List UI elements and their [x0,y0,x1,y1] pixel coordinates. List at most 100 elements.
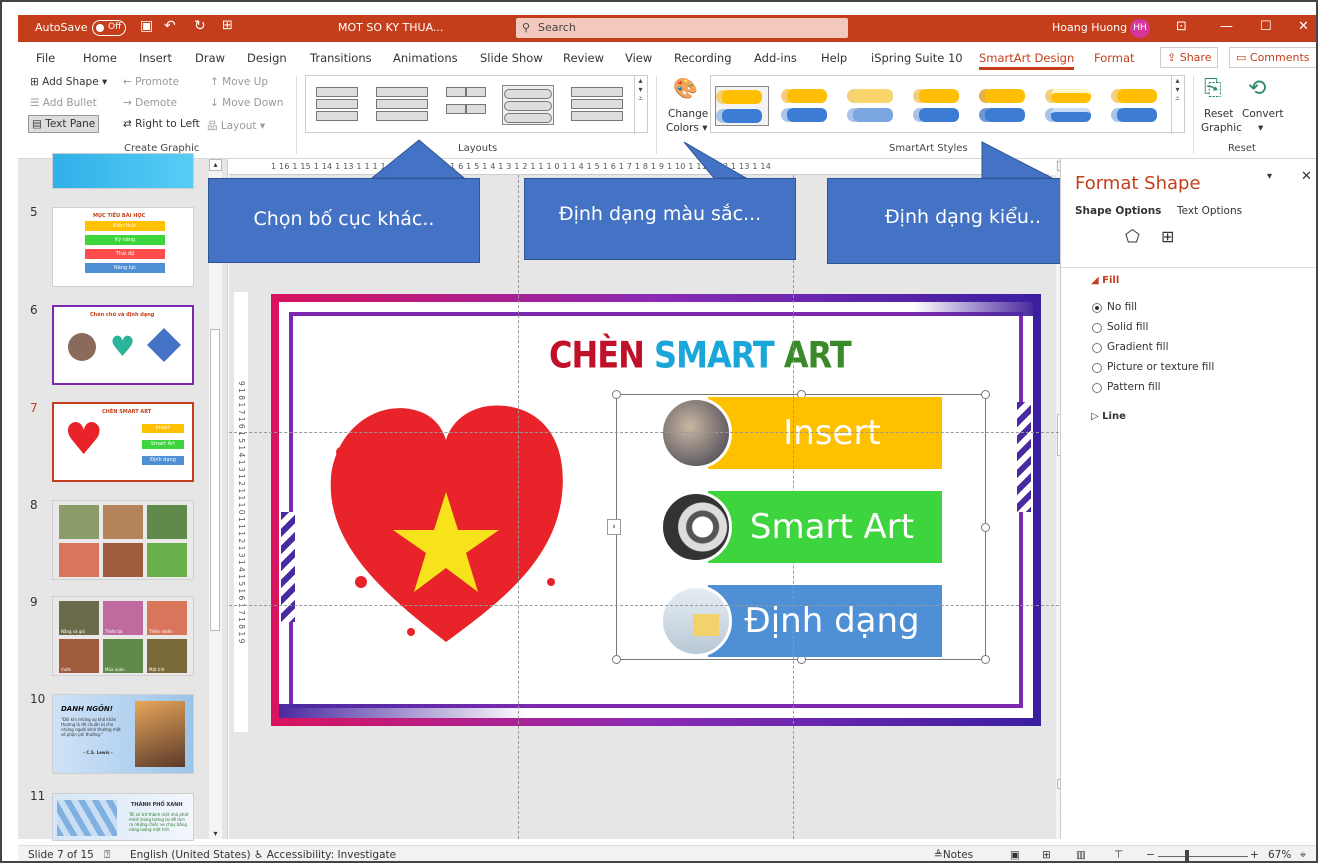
tab-ispring[interactable]: iSpring Suite 10 [871,51,963,65]
line-section-header[interactable]: ▷ Line [1091,411,1126,422]
smartart-item-label[interactable]: Insert [708,397,942,469]
slide-thumbnail-10[interactable]: DANH NGÔN! "Đôi khi những sự khó khăn th… [52,694,194,774]
no-fill-radio[interactable]: No fill [1092,301,1137,313]
tab-transitions[interactable]: Transitions [310,51,372,65]
woman-photo[interactable] [660,397,732,469]
smartart-item-label[interactable]: Định dạng [708,585,942,657]
slide-thumbnail-6[interactable]: Chèn chữ và định dạng ♥ [52,305,194,385]
slideshow-icon[interactable]: ⊤ [1114,849,1123,861]
pane-options-icon[interactable]: ▾ [1267,171,1272,182]
resize-handle[interactable] [612,390,621,399]
smartart-item-smart-art[interactable]: Smart Art [660,491,942,563]
resize-handle[interactable] [981,655,990,664]
style-option[interactable] [1045,86,1099,126]
zoom-slider-thumb[interactable] [1185,850,1189,861]
fit-slide-icon[interactable]: ⌖ [1300,849,1306,861]
resize-handle[interactable] [981,390,990,399]
vertical-guide[interactable] [518,175,519,839]
style-option[interactable] [781,86,835,126]
change-colors-button[interactable]: Change [668,108,708,120]
smartart-graphic[interactable]: › Insert Smart Art Định dạng [607,390,990,664]
tab-view[interactable]: View [625,51,652,65]
zoom-level[interactable]: 67% [1268,849,1291,861]
slide-sorter-icon[interactable]: ⊞ [1042,849,1051,861]
spiral-photo[interactable] [660,491,732,563]
share-button[interactable]: ⇪ Share [1160,47,1219,68]
zoom-out-icon[interactable]: − [1146,849,1155,861]
style-option[interactable] [847,86,901,126]
comments-button[interactable]: ▭ Comments [1229,47,1316,68]
style-option[interactable] [1111,86,1165,126]
horizontal-guide[interactable] [229,432,1059,433]
slide-thumbnail-11[interactable]: THÀNH PHỐ XANH Tôi sẽ trở thành một nhà … [52,793,194,841]
layouts-scroll[interactable]: ▴ ▾ ⩡ [634,76,646,134]
fill-section-header[interactable]: ◢ Fill [1091,275,1119,286]
tab-file[interactable]: File [36,51,55,65]
autosave-toggle[interactable]: Off [92,20,126,36]
radio[interactable] [1092,383,1102,393]
pattern-fill-radio[interactable]: Pattern fill [1092,381,1161,393]
thumbnail-scroll-thumb[interactable] [210,329,220,631]
language-indicator[interactable]: English (United States) [130,849,251,861]
normal-view-icon[interactable]: ▣ [1010,849,1020,861]
layout-option[interactable] [446,85,488,125]
resize-handle[interactable] [981,523,990,532]
slide-thumbnail-4[interactable] [52,153,194,189]
slide-thumbnail-7-selected[interactable]: CHÈN SMART ART ♥ Insert Smart Art Định d… [52,402,194,482]
undo-icon[interactable]: ↶ [164,18,176,34]
save-icon[interactable]: ▣ [140,18,153,34]
text-pane-button[interactable]: ▤ Text Pane [28,115,100,133]
slide-thumbnail-pane[interactable]: 5 MỤC TIÊU BÀI HỌC Kiến thức Kỹ năng Thá… [18,153,228,841]
pentagon-icon[interactable]: ⬠ [1125,227,1140,247]
layout-option-selected[interactable] [502,85,554,125]
style-option[interactable] [979,86,1033,126]
tab-review[interactable]: Review [563,51,604,65]
resize-handle[interactable] [612,655,621,664]
horizontal-guide[interactable] [229,605,1059,606]
solid-fill-radio[interactable]: Solid fill [1092,321,1148,333]
slide-thumbnail-8[interactable] [52,500,194,580]
gift-photo[interactable] [660,585,732,657]
style-option-selected[interactable] [715,86,769,126]
text-options-tab[interactable]: Text Options [1177,205,1242,217]
search-box[interactable]: ⚲ Search [516,18,848,38]
tab-home[interactable]: Home [83,51,117,65]
tab-draw[interactable]: Draw [195,51,225,65]
size-properties-icon[interactable]: ⊞ [1161,227,1174,246]
tab-add-ins[interactable]: Add-ins [754,51,797,65]
tab-insert[interactable]: Insert [139,51,172,65]
layout-option[interactable] [316,85,358,125]
promote-button[interactable]: ← Promote [123,76,179,88]
reading-view-icon[interactable]: ▥ [1076,849,1086,861]
layouts-gallery[interactable]: ▴ ▾ ⩡ [305,75,648,134]
shape-options-tab[interactable]: Shape Options [1075,205,1161,217]
zoom-in-icon[interactable]: + [1250,849,1259,861]
accessibility-button[interactable]: ♿ Accessibility: Investigate [254,849,396,861]
move-up-button[interactable]: ↑ Move Up [210,76,268,88]
zoom-slider[interactable] [1158,856,1248,857]
document-title[interactable]: MOT SO KY THUA... [338,21,443,34]
add-shape-button[interactable]: ⊞ Add Shape ▾ [30,76,107,88]
close-pane-icon[interactable]: ✕ [1301,169,1312,184]
layout-option[interactable] [376,85,428,125]
move-down-button[interactable]: ↓ Move Down [210,97,283,109]
radio[interactable] [1092,323,1102,333]
tab-design[interactable]: Design [247,51,287,65]
slide-thumbnail-5[interactable]: MỤC TIÊU BÀI HỌC Kiến thức Kỹ năng Thái … [52,207,194,287]
gradient-fill-radio[interactable]: Gradient fill [1092,341,1169,353]
picture-fill-radio[interactable]: Picture or texture fill [1092,361,1214,373]
spellcheck-icon[interactable]: ⍰ [104,849,110,861]
convert-button[interactable]: Convert [1242,108,1284,120]
radio-selected[interactable] [1092,303,1102,313]
radio[interactable] [1092,363,1102,373]
reset-graphic-button[interactable]: Reset [1204,108,1233,120]
scroll-down-icon[interactable]: ▾ [209,829,222,839]
smartart-item-label[interactable]: Smart Art [708,491,942,563]
tab-slide-show[interactable]: Slide Show [480,51,543,65]
maximize-icon[interactable]: ☐ [1260,19,1272,34]
tab-help[interactable]: Help [821,51,847,65]
tab-animations[interactable]: Animations [393,51,458,65]
present-icon[interactable]: ⊞ [222,18,233,33]
text-pane-toggle-icon[interactable]: › [607,519,621,535]
layout-option[interactable] [571,85,623,125]
